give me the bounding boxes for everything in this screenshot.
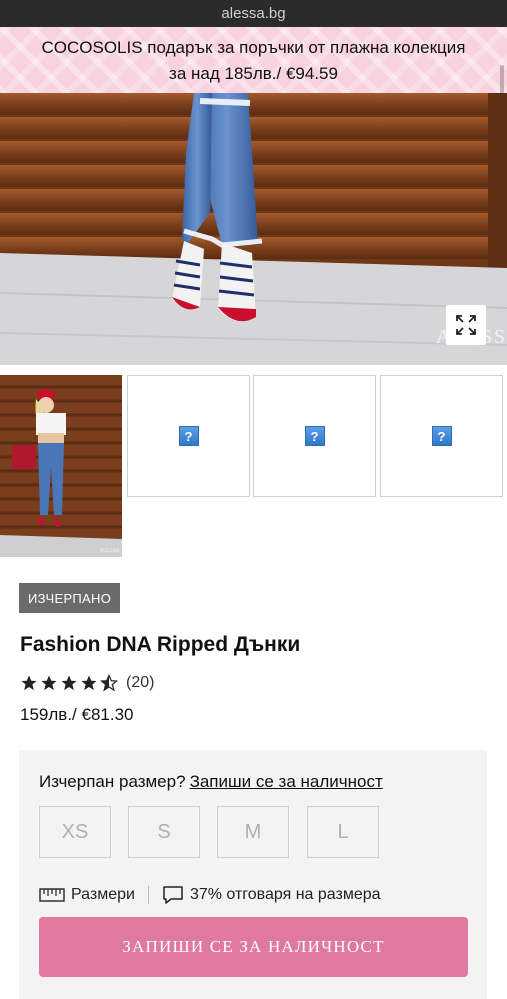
divider [147, 886, 149, 904]
star-full-icon [61, 675, 77, 691]
product-price: 159лв./ €81.30 [20, 705, 134, 724]
restock-prompt: Изчерпан размер? Запиши се за наличност [39, 772, 383, 792]
notify-availability-link[interactable]: Запиши се за наличност [190, 772, 383, 791]
size-option-l[interactable]: L [307, 806, 379, 858]
size-option-s[interactable]: S [128, 806, 200, 858]
size-option-xs[interactable]: XS [39, 806, 111, 858]
browser-url-bar[interactable]: alessa.bg [0, 0, 507, 27]
availability-panel: Изчерпан размер? Запиши се за наличност X… [19, 750, 487, 999]
url-text: alessa.bg [221, 5, 286, 22]
sold-out-badge: ИЗЧЕРПАНО [19, 583, 121, 613]
thumbnail-photo: ALESSA [0, 375, 122, 557]
size-option-m[interactable]: M [217, 806, 289, 858]
size-guide-link[interactable]: Размери [71, 886, 135, 904]
broken-image-icon: ? [304, 426, 325, 446]
thumbnail-strip: ALESSA ? ? ? [0, 375, 507, 557]
thumbnail-2[interactable]: ? [127, 375, 250, 497]
product-rating[interactable]: (20) [20, 672, 154, 694]
size-info-row: Размери 37% отговаря на размера [39, 883, 381, 907]
promo-line-2: за над 185лв./ €94.59 [169, 64, 338, 83]
thumbnail-4[interactable]: ? [380, 375, 503, 497]
thumbnail-3[interactable]: ? [253, 375, 376, 497]
rating-stars [20, 674, 120, 692]
broken-image-icon: ? [431, 426, 452, 446]
expand-arrows-icon [456, 315, 476, 335]
rating-count: (20) [126, 674, 155, 691]
svg-text:ALESSA: ALESSA [100, 548, 120, 554]
star-full-icon [81, 675, 97, 691]
product-title: Fashion DNA Ripped Дънки [20, 633, 301, 656]
broken-image-icon: ? [178, 426, 199, 446]
expand-image-button[interactable] [446, 305, 486, 345]
star-full-icon [21, 675, 37, 691]
speech-bubble-icon [162, 885, 184, 905]
fit-feedback-text[interactable]: 37% отговаря на размера [190, 886, 381, 904]
notify-availability-button[interactable]: ЗАПИШИ СЕ ЗА НАЛИЧНОСТ [39, 917, 468, 977]
star-full-icon [41, 675, 57, 691]
product-hero-image[interactable]: ALESSA [0, 93, 507, 365]
star-half-icon [100, 674, 118, 692]
promo-line-1: COCOSOLIS подарък за поръчки от плажна к… [41, 38, 466, 57]
restock-question: Изчерпан размер? [39, 772, 186, 791]
thumbnail-1[interactable]: ALESSA [0, 375, 122, 557]
ruler-icon [39, 888, 65, 902]
hero-photo: ALESSA [0, 93, 507, 365]
promo-banner[interactable]: COCOSOLIS подарък за поръчки от плажна к… [0, 27, 507, 99]
